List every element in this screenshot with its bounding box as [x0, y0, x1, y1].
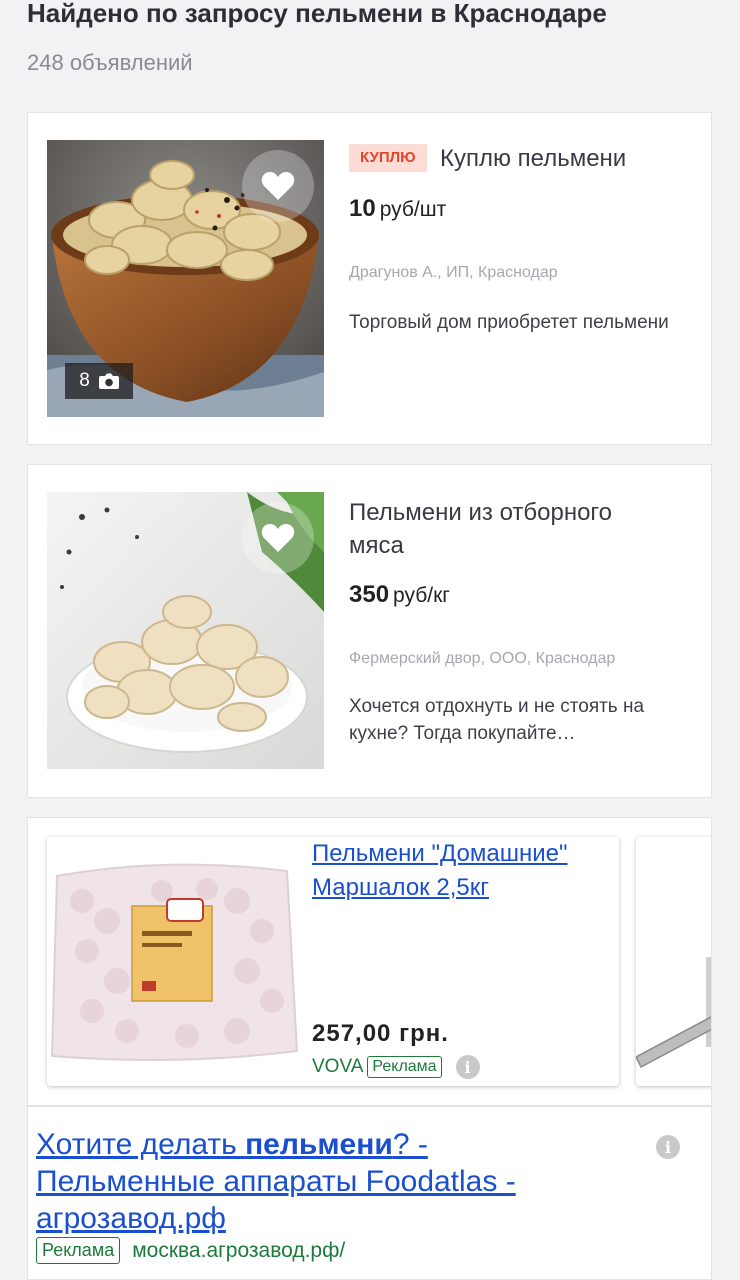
listing-photo[interactable] [47, 492, 324, 769]
shopping-ad-card-next[interactable] [636, 837, 711, 1086]
listing-description: Торговый дом приобретет пельмени [349, 312, 669, 333]
favorite-button[interactable] [242, 150, 314, 222]
ads-block: Пельмени "Домашние" Маршалок 2,5кг 257,0… [27, 817, 712, 1280]
photo-count: 8 [79, 370, 90, 391]
dough-sheeter-image [636, 957, 711, 1069]
listing-seller: Драгунов А., ИП, Краснодар [349, 264, 558, 281]
photo-count-badge: 8 [65, 363, 133, 399]
info-icon[interactable]: i [455, 1055, 480, 1079]
price-value: 350 [349, 581, 390, 608]
results-count: 248 объявлений [27, 50, 193, 75]
price-unit: руб/шт [379, 198, 447, 221]
ad-badge: Реклама [367, 1056, 442, 1078]
listing-description: Хочется отдохнуть и не стоять на кухне? … [349, 696, 645, 744]
text-ad-url-row: Реклама москва.агрозавод.рф/ [36, 1237, 345, 1264]
heart-icon [261, 524, 295, 552]
text-ad-url[interactable]: москва.агрозавод.рф/ [132, 1239, 345, 1263]
price-unit: руб/кг [393, 584, 450, 607]
buy-tag: КУПЛЮ [349, 144, 427, 172]
shopping-ad-price: 257,00 грн. [312, 1020, 449, 1047]
text-ad-title-bold: пельмени [245, 1128, 393, 1161]
divider [28, 1105, 711, 1107]
ad-badge: Реклама [36, 1237, 121, 1264]
text-ad-title-prefix: Хотите делать [36, 1128, 246, 1161]
listing-card[interactable]: Пельмени из отборного мяса 350 руб/кг Фер… [27, 464, 712, 798]
shopping-ad-card[interactable]: Пельмени "Домашние" Маршалок 2,5кг 257,0… [47, 837, 619, 1086]
page-title: Найдено по запросу пельмени в Краснодаре [27, 0, 607, 28]
heart-icon [261, 172, 295, 200]
info-icon[interactable]: i [656, 1135, 680, 1159]
favorite-button[interactable] [242, 502, 314, 574]
text-ad-title[interactable]: Хотите делать пельмени? - Пельменные апп… [36, 1126, 596, 1237]
listing-title[interactable]: Пельмени из отборного мяса [349, 496, 669, 562]
shopping-ad-title[interactable]: Пельмени "Домашние" Маршалок 2,5кг [312, 837, 612, 905]
listing-price: 10 руб/шт [349, 195, 446, 223]
price-value: 10 [349, 195, 376, 222]
listing-photo[interactable]: 8 [47, 140, 324, 417]
vendor-name: VOVA [312, 1056, 364, 1077]
dumplings-pack-image [50, 863, 299, 1061]
listing-title[interactable]: Куплю пельмени [440, 142, 626, 175]
listing-card[interactable]: 8 КУПЛЮ Куплю пельмени 10 руб/шт Драгунов… [27, 112, 712, 445]
camera-icon [98, 373, 119, 389]
shopping-ad-vendor: VOVA Реклама i [312, 1055, 480, 1079]
listing-price: 350 руб/кг [349, 581, 450, 609]
listing-seller: Фермерский двор, ООО, Краснодар [349, 650, 616, 667]
